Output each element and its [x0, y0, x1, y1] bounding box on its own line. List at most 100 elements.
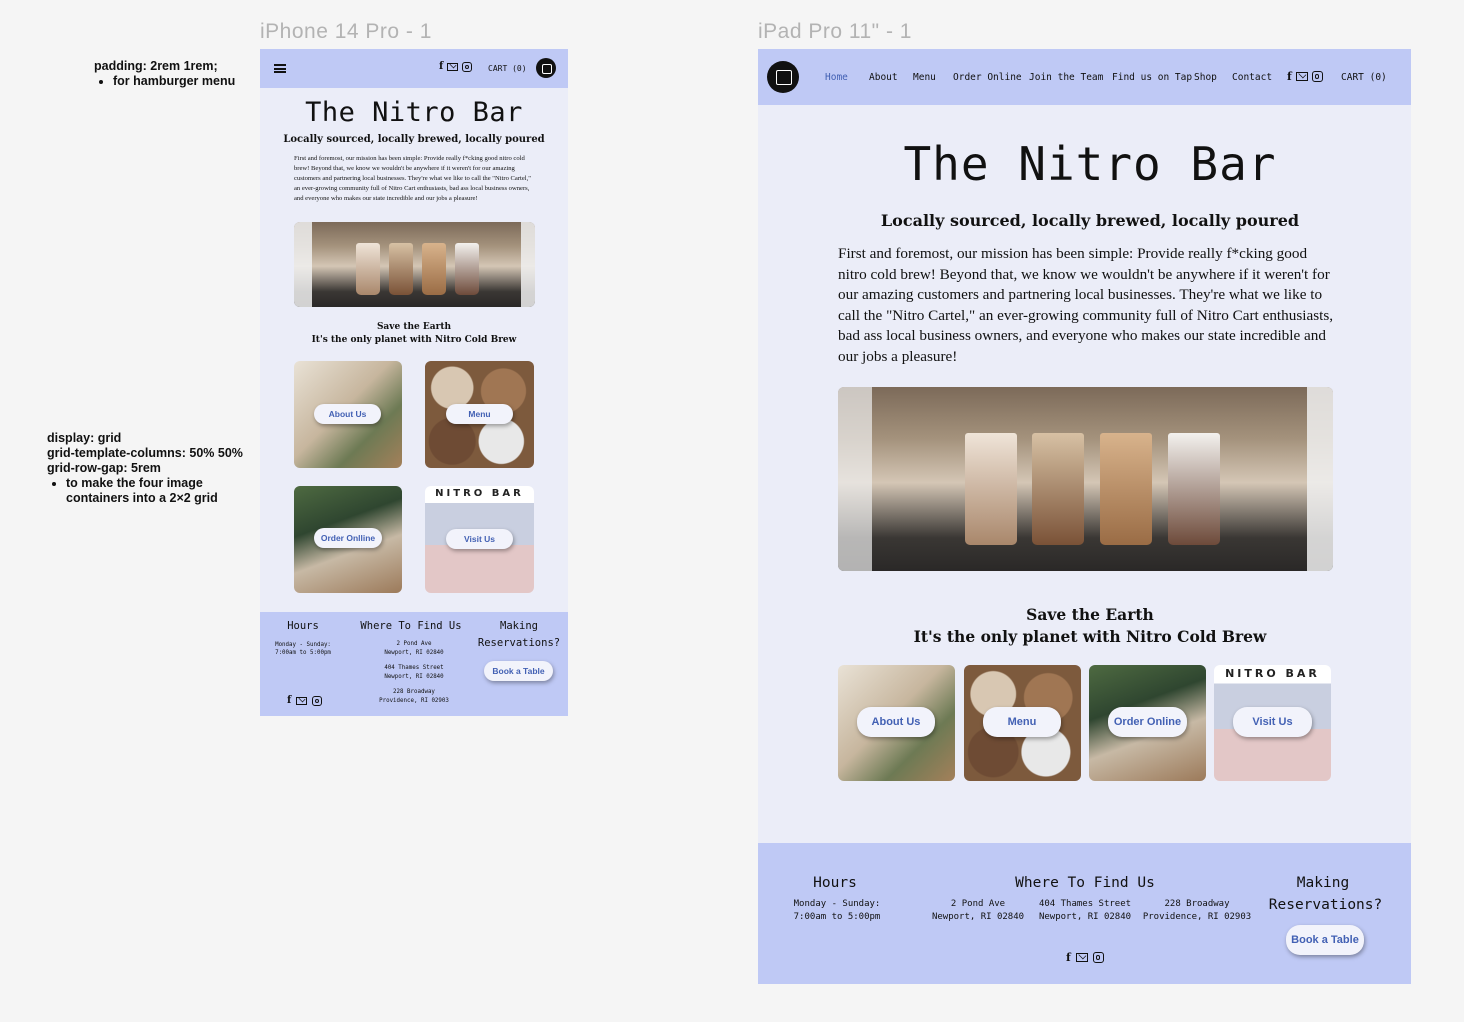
nitro-bar-sign: NITRO BAR: [435, 488, 524, 499]
nitro-bar-sign: NITRO BAR: [1225, 667, 1320, 680]
tagline: Locally sourced, locally brewed, locally…: [880, 211, 1300, 230]
book-table-button[interactable]: Book a Table: [484, 661, 553, 681]
menu-button[interactable]: Menu: [446, 404, 513, 424]
grid-note: display: grid grid-template-columns: 50%…: [47, 431, 243, 506]
location-city: Newport, RI 02840: [384, 650, 444, 656]
instagram-icon[interactable]: [462, 62, 473, 72]
nav-find-us[interactable]: Find us on Tap: [1112, 72, 1192, 83]
location-street: 404 Thames Street: [384, 665, 444, 671]
hours-days: Monday - Sunday:: [793, 899, 881, 909]
grid-note-line: grid-row-gap: 5rem: [47, 461, 161, 475]
nav-join-team[interactable]: Join the Team: [1029, 72, 1103, 83]
tablet-social-icons: f: [1287, 71, 1323, 82]
tablet-frame: Home About Menu Order Online Join the Te…: [758, 49, 1411, 984]
grid-note-bullet: to make the four imagecontainers into a …: [66, 476, 243, 506]
instagram-icon[interactable]: [1311, 71, 1323, 82]
nitro-drinks-photo: [294, 222, 535, 307]
page-title: The Nitro Bar: [903, 137, 1277, 191]
save-line-2: It's the only planet with Nitro Cold Bre…: [913, 627, 1267, 646]
about-us-tile[interactable]: About Us: [294, 361, 402, 468]
hours-time: 7:00am to 5:00pm: [793, 912, 881, 922]
location-street: 404 Thames Street: [1038, 899, 1132, 909]
order-online-button[interactable]: Order Online: [1108, 707, 1187, 737]
hamburger-note-line: padding: 2rem 1rem;: [94, 59, 218, 73]
tablet-frame-label[interactable]: iPad Pro 11" - 1: [758, 20, 912, 44]
phone-header: f CART (0): [260, 49, 568, 88]
visit-us-tile[interactable]: NITRO BAR Visit Us: [425, 486, 534, 593]
location-city: Providence, RI 02903: [379, 698, 449, 704]
page-title: The Nitro Bar: [305, 97, 523, 128]
grid-note-line: grid-template-columns: 50% 50%: [47, 446, 243, 460]
location-street: 2 Pond Ave: [950, 899, 1006, 909]
cart-link[interactable]: CART (0): [1341, 72, 1387, 83]
nav-home[interactable]: Home: [825, 72, 848, 83]
mail-icon[interactable]: [1075, 953, 1088, 962]
reservations-heading-1: Making: [1296, 875, 1350, 891]
visit-us-tile[interactable]: NITRO BAR Visit Us: [1214, 665, 1331, 781]
menu-button[interactable]: Menu: [983, 707, 1061, 737]
instagram-icon[interactable]: [1092, 952, 1104, 963]
nav-contact[interactable]: Contact: [1232, 72, 1272, 83]
save-line-1: Save the Earth: [1026, 605, 1154, 624]
about-us-tile[interactable]: About Us: [838, 665, 955, 781]
find-us-heading: Where To Find Us: [360, 620, 462, 632]
menu-tile[interactable]: Menu: [964, 665, 1081, 781]
menu-tile[interactable]: Menu: [425, 361, 534, 468]
reservations-heading-2: Reservations?: [477, 637, 561, 649]
nav-menu[interactable]: Menu: [913, 72, 936, 83]
footer-social-icons: f: [287, 696, 323, 706]
location-city: Newport, RI 02840: [1038, 912, 1132, 922]
facebook-icon[interactable]: f: [1066, 952, 1071, 963]
nitro-bar-logo[interactable]: [536, 58, 556, 78]
mission-text: First and foremost, our mission has been…: [838, 245, 1334, 365]
grid-note-line: display: grid: [47, 431, 122, 445]
footer-social-icons: f: [1066, 952, 1104, 963]
location-city: Providence, RI 02903: [1142, 912, 1252, 922]
mission-text: First and foremost, our mission has been…: [294, 155, 531, 202]
mail-icon[interactable]: [296, 697, 308, 705]
nav-about[interactable]: About: [869, 72, 898, 83]
hamburger-note-bullet: for hamburger menu: [113, 74, 235, 89]
order-online-tile[interactable]: Order Onlline: [294, 486, 402, 593]
save-the-earth-heading: Save the Earth It's the only planet with…: [758, 604, 1411, 648]
book-table-button[interactable]: Book a Table: [1286, 925, 1364, 955]
instagram-icon[interactable]: [312, 696, 323, 706]
hours-heading: Hours: [287, 620, 319, 632]
hours-heading: Hours: [813, 875, 857, 891]
save-the-earth-heading: Save the Earth It's the only planet with…: [260, 321, 568, 347]
reservations-heading-2: Reservations?: [1268, 897, 1383, 913]
find-us-heading: Where To Find Us: [1015, 875, 1155, 891]
facebook-icon[interactable]: f: [439, 62, 443, 72]
order-online-button[interactable]: Order Onlline: [314, 528, 382, 548]
about-us-button[interactable]: About Us: [314, 404, 381, 424]
location-city: Newport, RI 02840: [384, 674, 444, 680]
about-us-button[interactable]: About Us: [857, 707, 935, 737]
tablet-footer: Hours Monday - Sunday: 7:00am to 5:00pm …: [758, 843, 1411, 984]
nitro-bar-logo[interactable]: [767, 61, 799, 93]
hamburger-note: padding: 2rem 1rem; for hamburger menu: [94, 59, 235, 89]
phone-footer: Hours Monday - Sunday: 7:00am to 5:00pm …: [260, 612, 568, 716]
nav-shop[interactable]: Shop: [1194, 72, 1217, 83]
order-online-tile[interactable]: Order Online: [1089, 665, 1206, 781]
phone-frame-label[interactable]: iPhone 14 Pro - 1: [260, 20, 432, 44]
nav-order-online[interactable]: Order Online: [953, 72, 1022, 83]
phone-social-icons: f: [439, 62, 473, 72]
facebook-icon[interactable]: f: [1287, 71, 1292, 82]
reservations-heading-1: Making: [500, 620, 538, 632]
visit-us-button[interactable]: Visit Us: [1233, 707, 1312, 737]
save-line-2: It's the only planet with Nitro Cold Bre…: [311, 335, 517, 345]
mail-icon[interactable]: [1295, 72, 1308, 81]
location-street: 228 Broadway: [1164, 899, 1230, 909]
tablet-header: Home About Menu Order Online Join the Te…: [758, 49, 1411, 105]
visit-us-button[interactable]: Visit Us: [446, 529, 513, 549]
location-city: Newport, RI 02840: [931, 912, 1025, 922]
location-street: 228 Broadway: [393, 689, 435, 695]
hamburger-menu-icon[interactable]: [274, 64, 286, 73]
mail-icon[interactable]: [447, 63, 459, 71]
facebook-icon[interactable]: f: [287, 696, 291, 706]
save-line-1: Save the Earth: [376, 322, 452, 332]
nitro-drinks-photo: [838, 387, 1333, 571]
cart-link[interactable]: CART (0): [488, 64, 527, 73]
tagline: Locally sourced, locally brewed, locally…: [283, 134, 545, 145]
hours-time: 7:00am to 5:00pm: [275, 650, 331, 656]
